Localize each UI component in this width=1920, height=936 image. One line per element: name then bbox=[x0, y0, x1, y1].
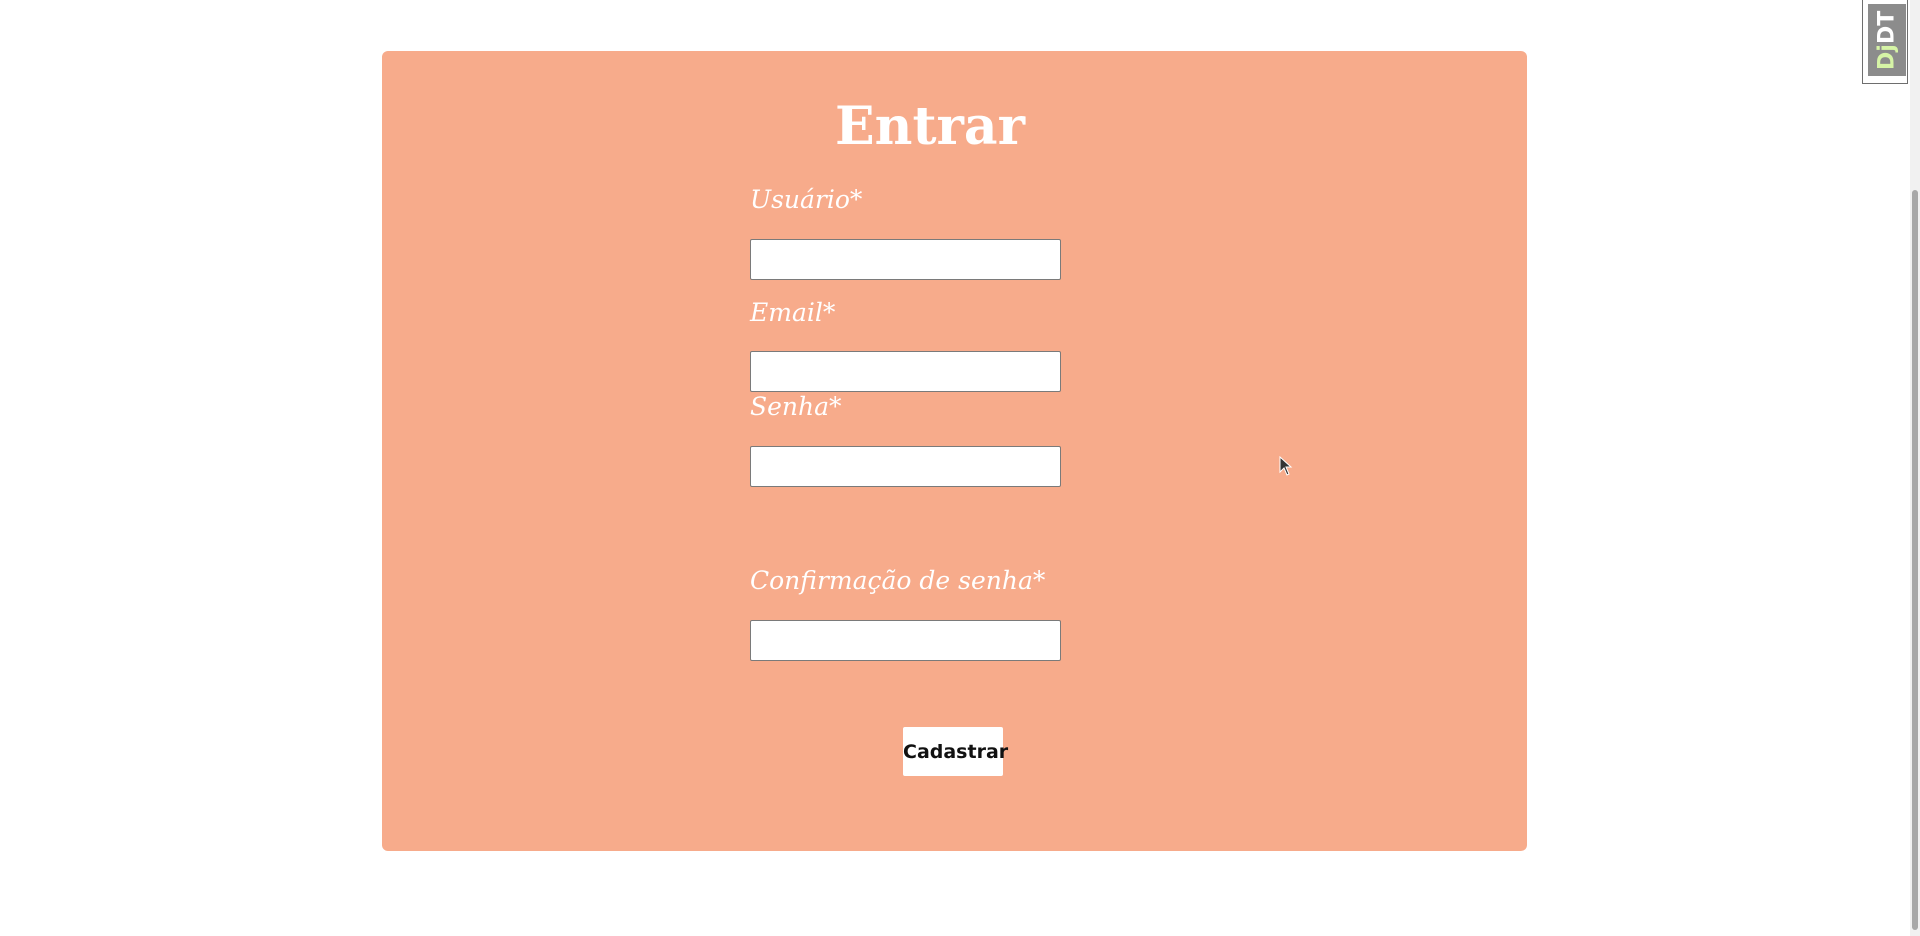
debug-toolbar-label-prefix: Dj bbox=[1874, 43, 1900, 70]
username-label: Usuário* bbox=[750, 185, 863, 214]
debug-toolbar-label: Dj DT bbox=[1868, 4, 1906, 76]
password-label: Senha* bbox=[750, 392, 842, 421]
vertical-scrollbar[interactable] bbox=[1910, 0, 1920, 936]
username-input[interactable] bbox=[750, 239, 1061, 280]
scrollbar-thumb[interactable] bbox=[1912, 190, 1918, 930]
email-label: Email* bbox=[750, 298, 836, 327]
password-confirm-input[interactable] bbox=[750, 620, 1061, 661]
password-confirm-label: Confirmação de senha* bbox=[750, 566, 1046, 595]
debug-toolbar-handle[interactable]: Dj DT bbox=[1862, 0, 1908, 84]
page: Entrar Usuário* Email* Senha* Confirmaçã… bbox=[0, 0, 1920, 936]
form-title: Entrar bbox=[835, 96, 1025, 157]
password-input[interactable] bbox=[750, 446, 1061, 487]
email-input[interactable] bbox=[750, 351, 1061, 392]
mouse-pointer-icon bbox=[1279, 456, 1293, 476]
debug-toolbar-label-suffix: DT bbox=[1874, 10, 1900, 44]
register-button[interactable]: Cadastrar bbox=[903, 727, 1008, 776]
